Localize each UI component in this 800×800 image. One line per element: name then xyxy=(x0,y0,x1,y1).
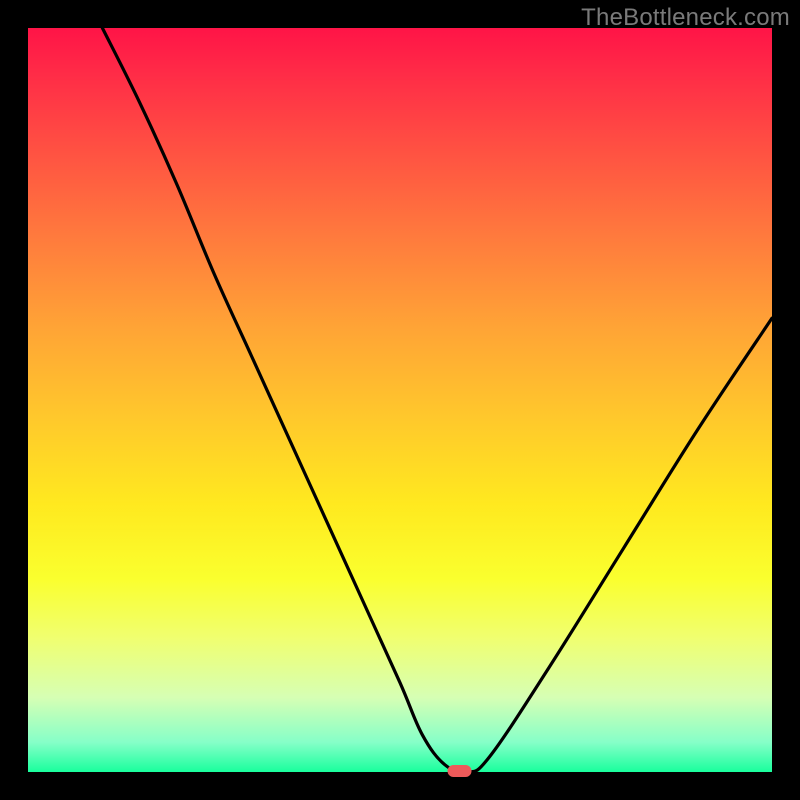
optimal-point-marker xyxy=(448,765,472,777)
curve-path xyxy=(102,28,772,772)
bottleneck-curve xyxy=(28,28,772,772)
chart-frame: TheBottleneck.com xyxy=(0,0,800,800)
plot-area xyxy=(28,28,772,772)
